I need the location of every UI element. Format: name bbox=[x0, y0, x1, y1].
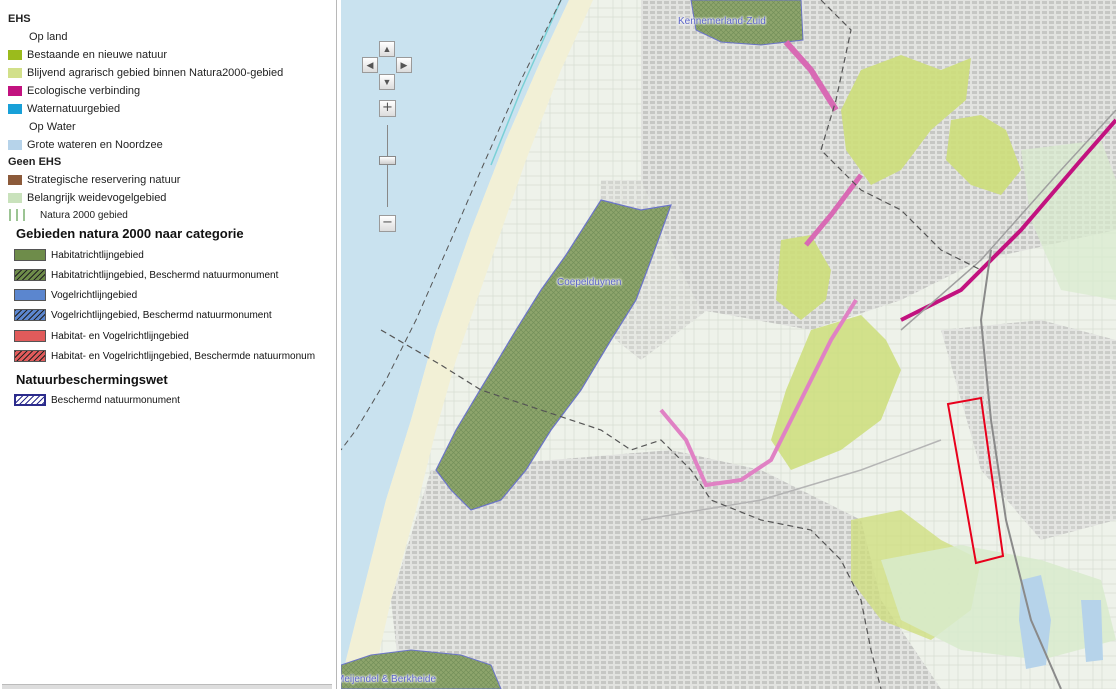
zoom-slider-thumb[interactable] bbox=[379, 156, 396, 165]
ehs-header: EHS bbox=[8, 13, 31, 25]
op-land-subheader: Op land bbox=[29, 31, 68, 43]
legend-swatch-hatched bbox=[14, 269, 46, 281]
legend-item-beschermd-natuurmonument: Beschermd natuurmonument bbox=[14, 393, 180, 407]
map-canvas bbox=[341, 0, 1116, 689]
legend-label: Habitat- en Vogelrichtlijngebied bbox=[51, 330, 189, 342]
legend-item-habitat-vogel-bnm: Habitat- en Vogelrichtlijngebied, Besche… bbox=[14, 349, 315, 363]
legend-label: Vogelrichtlijngebied bbox=[51, 289, 138, 301]
place-label-meijendel-berkheide: Meijendel & Berkheide bbox=[341, 674, 437, 685]
legend-label: Belangrijk weidevogelgebied bbox=[27, 192, 167, 204]
legend-label: Waternatuurgebied bbox=[27, 103, 121, 115]
legend-swatch bbox=[14, 249, 46, 261]
legend-panel: EHS Op land Bestaande en nieuwe natuur B… bbox=[0, 0, 337, 689]
zoom-out-button[interactable]: − bbox=[379, 215, 396, 232]
legend-swatch bbox=[14, 289, 46, 301]
legend-swatch bbox=[8, 50, 22, 60]
legend-item-natura-2000-line: Natura 2000 gebied bbox=[8, 208, 128, 222]
legend-swatch bbox=[8, 68, 22, 78]
legend-label: Blijvend agrarisch gebied binnen Natura2… bbox=[27, 67, 284, 79]
legend-item-vogelrichtlijn-bnm: Vogelrichtlijngebied, Beschermd natuurmo… bbox=[14, 308, 272, 322]
place-label-coepelduynen: Coepelduynen bbox=[557, 277, 622, 288]
legend-item-habitat-vogel: Habitat- en Vogelrichtlijngebied bbox=[14, 329, 189, 343]
legend-label: Ecologische verbinding bbox=[27, 85, 141, 97]
natuurbeschermingswet-header: Natuurbeschermingswet bbox=[16, 372, 168, 387]
legend-item-ecologische-verbinding: Ecologische verbinding bbox=[8, 84, 140, 98]
legend-swatch bbox=[8, 86, 22, 96]
legend-item-habitatrichtlijn-bnm: Habitatrichtlijngebied, Beschermd natuur… bbox=[14, 268, 278, 282]
pan-up-button[interactable]: ▲ bbox=[379, 41, 395, 57]
legend-label: Bestaande en nieuwe natuur bbox=[27, 49, 168, 61]
legend-label: Natura 2000 gebied bbox=[40, 209, 128, 221]
natura-2000-header: Gebieden natura 2000 naar categorie bbox=[16, 226, 244, 241]
map-view[interactable]: ▲ ◀ ▶ ▼ + − Kennemerland-Zuid Coepelduyn… bbox=[341, 0, 1116, 689]
natura-line-swatch bbox=[9, 209, 25, 221]
legend-swatch-hatched bbox=[14, 309, 46, 321]
legend-item-weidevogelgebied: Belangrijk weidevogelgebied bbox=[8, 191, 166, 205]
legend-swatch bbox=[8, 193, 22, 203]
legend-swatch bbox=[8, 140, 22, 150]
legend-label: Habitat- en Vogelrichtlijngebied, Besche… bbox=[51, 350, 316, 362]
place-label-kennemerland-zuid: Kennemerland-Zuid bbox=[678, 16, 766, 27]
legend-item-grote-wateren: Grote wateren en Noordzee bbox=[8, 138, 163, 152]
legend-swatch bbox=[8, 104, 22, 114]
pan-left-button[interactable]: ◀ bbox=[362, 57, 378, 73]
zoom-in-button[interactable]: + bbox=[379, 100, 396, 117]
legend-label: Vogelrichtlijngebied, Beschermd natuurmo… bbox=[51, 309, 272, 321]
legend-label: Habitatrichtlijngebied, Beschermd natuur… bbox=[51, 269, 279, 281]
legend-horizontal-scrollbar[interactable] bbox=[2, 684, 332, 689]
legend-swatch bbox=[14, 330, 46, 342]
legend-item-blijvend-agrarisch: Blijvend agrarisch gebied binnen Natura2… bbox=[8, 66, 283, 80]
legend-item-habitatrichtlijn: Habitatrichtlijngebied bbox=[14, 248, 144, 262]
legend-item-strategische-reservering: Strategische reservering natuur bbox=[8, 173, 180, 187]
legend-item-bestaande-natuur: Bestaande en nieuwe natuur bbox=[8, 48, 167, 62]
legend-item-waternatuurgebied: Waternatuurgebied bbox=[8, 102, 120, 116]
op-water-subheader: Op Water bbox=[29, 121, 76, 133]
legend-label: Grote wateren en Noordzee bbox=[27, 139, 163, 151]
pan-down-button[interactable]: ▼ bbox=[379, 74, 395, 90]
pan-right-button[interactable]: ▶ bbox=[396, 57, 412, 73]
geen-ehs-header: Geen EHS bbox=[8, 156, 62, 168]
legend-label: Beschermd natuurmonument bbox=[51, 394, 180, 406]
legend-label: Strategische reservering natuur bbox=[27, 174, 181, 186]
zoom-slider-track[interactable] bbox=[387, 125, 388, 207]
legend-label: Habitatrichtlijngebied bbox=[51, 249, 144, 261]
legend-swatch-outline-hatched bbox=[14, 394, 46, 406]
legend-item-vogelrichtlijn: Vogelrichtlijngebied bbox=[14, 288, 137, 302]
legend-swatch bbox=[8, 175, 22, 185]
legend-swatch-hatched bbox=[14, 350, 46, 362]
